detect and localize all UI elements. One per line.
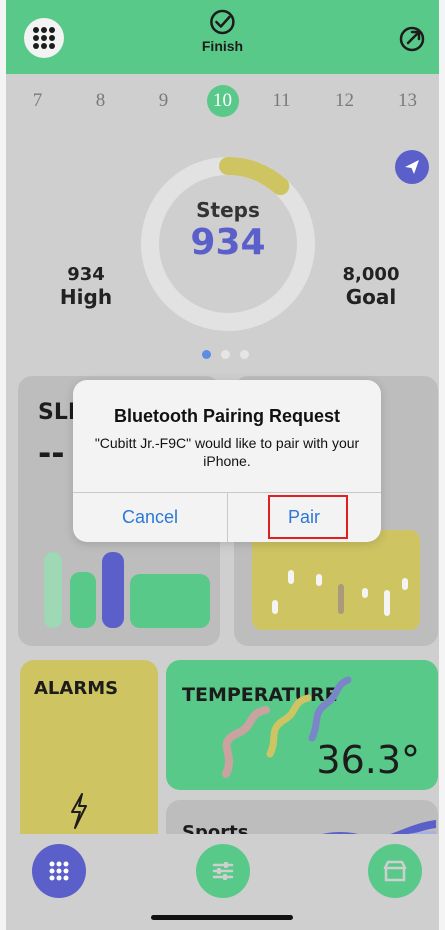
dialog-title: Bluetooth Pairing Request <box>113 406 340 426</box>
cancel-button[interactable]: Cancel <box>73 492 227 542</box>
pair-highlight-box <box>268 495 348 539</box>
bluetooth-pairing-dialog: Bluetooth Pairing Request "Cubitt Jr.-F9… <box>73 380 381 542</box>
dialog-message: "Cubitt Jr.-F9C" would like to pair with… <box>94 435 360 469</box>
app-screen: Finish 7 8 9 10 11 12 13 Steps 934 934 H… <box>6 0 439 930</box>
